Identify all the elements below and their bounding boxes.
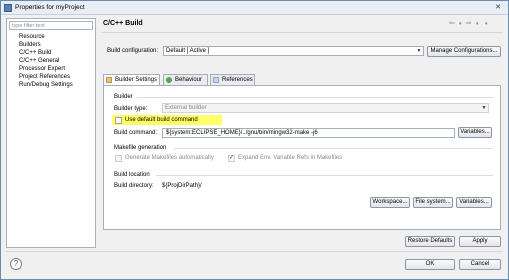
build-directory-input[interactable]: ${ProjDirPath}/ xyxy=(158,181,492,191)
header-divider xyxy=(101,32,503,33)
sidebar-item-cpp-general[interactable]: C/C++ General xyxy=(19,57,73,65)
back-icon[interactable]: ⇦ xyxy=(449,19,455,29)
builder-group-title: Builder xyxy=(114,94,133,100)
location-group-divider xyxy=(156,175,493,176)
title-bar: Properties for myProject ✕ xyxy=(1,1,508,15)
nav-toolbar: ⇦ ▾ ⇨ ▾ ▾ xyxy=(449,19,501,29)
sidebar-item-project-references[interactable]: Project References xyxy=(19,73,73,81)
location-variables-button[interactable]: Variables... xyxy=(456,197,492,208)
forward-dropdown-icon[interactable]: ▾ xyxy=(476,19,479,29)
sidebar-item-builders[interactable]: Builders xyxy=(19,41,73,49)
sidebar-item-resource[interactable]: Resource xyxy=(19,33,73,41)
page-title: C/C++ Build xyxy=(103,20,143,27)
eclipse-app-icon xyxy=(4,4,12,12)
builder-settings-panel: Builder Builder type: External builder ▼… xyxy=(103,85,501,230)
tab-label: Behaviour xyxy=(175,77,203,83)
window-title: Properties for myProject xyxy=(15,4,85,11)
cancel-button[interactable]: Cancel xyxy=(459,259,501,270)
generate-makefiles-label: Generate Makefiles automatically xyxy=(125,155,214,161)
tab-label: References xyxy=(222,77,253,83)
variables-button[interactable]: Variables... xyxy=(458,127,492,138)
build-command-input[interactable]: ${system:ECLIPSE_HOME}/../gnu/bin/mingw3… xyxy=(162,128,455,138)
build-configuration-select[interactable]: Default [ Active ] ▼ xyxy=(163,46,424,56)
ok-button[interactable]: OK xyxy=(405,259,455,270)
builder-icon xyxy=(106,77,112,83)
use-default-label: Use default build command xyxy=(125,117,198,123)
manage-configurations-button[interactable]: Manage Configurations... xyxy=(427,46,501,57)
footer-divider xyxy=(6,251,503,252)
sidebar-item-processor-expert[interactable]: Processor Expert xyxy=(19,65,73,73)
expand-env-refs-checkbox[interactable] xyxy=(228,154,235,162)
close-icon[interactable]: ✕ xyxy=(492,3,504,12)
chevron-down-icon: ▼ xyxy=(416,48,422,54)
chevron-down-icon: ▼ xyxy=(481,105,487,111)
tab-label: Builder Settings xyxy=(115,77,158,83)
location-group-title: Build location xyxy=(114,172,150,178)
menu-icon[interactable]: ▾ xyxy=(485,19,488,29)
filter-input[interactable] xyxy=(9,21,93,30)
back-dropdown-icon[interactable]: ▾ xyxy=(459,19,462,29)
builder-type-label: Builder type: xyxy=(114,106,148,112)
behaviour-icon xyxy=(166,77,172,83)
tab-behaviour[interactable]: Behaviour xyxy=(163,74,208,85)
sidebar: Resource Builders C/C++ Build C/C++ Gene… xyxy=(6,18,96,248)
property-tree: Resource Builders C/C++ Build C/C++ Gene… xyxy=(19,33,73,89)
builder-type-select: External builder ▼ xyxy=(162,103,489,113)
sidebar-item-cpp-build[interactable]: C/C++ Build xyxy=(19,49,73,57)
makefile-group-divider xyxy=(174,148,493,149)
generate-makefiles-checkbox[interactable] xyxy=(115,155,122,162)
apply-button[interactable]: Apply xyxy=(459,236,501,247)
file-system-button[interactable]: File system... xyxy=(413,197,453,208)
help-icon[interactable]: ? xyxy=(10,258,22,270)
restore-defaults-button[interactable]: Restore Defaults xyxy=(405,236,455,247)
builder-type-value: External builder xyxy=(165,105,207,111)
tab-references[interactable]: References xyxy=(210,74,255,85)
use-default-checkbox[interactable] xyxy=(115,117,122,124)
references-icon xyxy=(213,77,219,83)
workspace-button[interactable]: Workspace... xyxy=(370,197,410,208)
makefile-group-title: Makefile generation xyxy=(114,145,167,151)
sidebar-item-run-debug-settings[interactable]: Run/Debug Settings xyxy=(19,81,73,89)
builder-group-divider xyxy=(137,97,493,98)
build-configuration-value: Default [ Active ] xyxy=(166,48,210,54)
properties-dialog: Properties for myProject ✕ Resource Buil… xyxy=(0,0,509,280)
expand-env-refs-label: Expand Env. Variable Refs in Makefiles xyxy=(238,155,343,161)
forward-icon[interactable]: ⇨ xyxy=(466,19,472,29)
build-command-label: Build command: xyxy=(114,130,158,136)
build-directory-label: Build directory: xyxy=(114,183,154,189)
build-configuration-label: Build configuration: xyxy=(107,48,159,54)
